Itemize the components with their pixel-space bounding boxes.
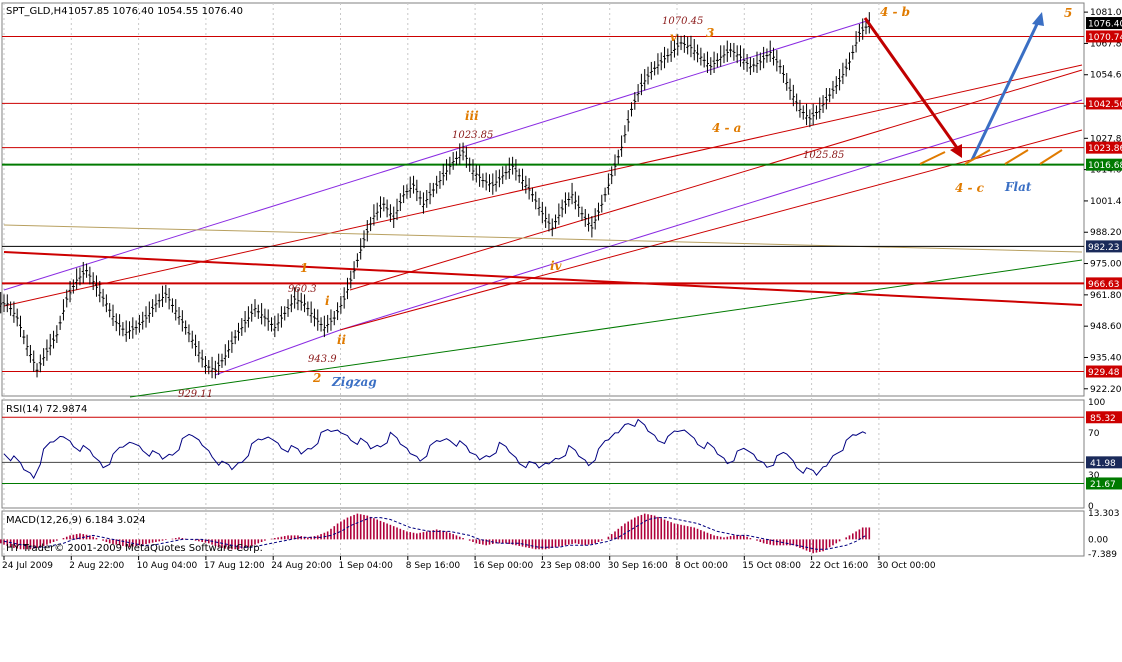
wave-label-4a: 4 - a bbox=[712, 121, 741, 135]
rsi-level-badge-label: 85.32 bbox=[1090, 414, 1116, 424]
wave-label-i: i bbox=[325, 294, 330, 308]
price-note-929-11: 929.11 bbox=[178, 389, 213, 400]
time-tick-label: 16 Sep 00:00 bbox=[473, 561, 533, 571]
time-tick-label: 30 Sep 16:00 bbox=[608, 561, 668, 571]
level-badge-label: 1016.68 bbox=[1088, 161, 1122, 171]
time-tick-label: 8 Oct 00:00 bbox=[675, 561, 728, 571]
level-badge-label: 982.23 bbox=[1088, 243, 1120, 253]
price-note-943-9: 943.9 bbox=[308, 354, 337, 365]
wave-label-5: 5 bbox=[1064, 6, 1072, 20]
time-tick-label: 10 Aug 04:00 bbox=[137, 561, 198, 571]
wave-label-ii: ii bbox=[337, 333, 347, 347]
time-tick-label: 24 Jul 2009 bbox=[2, 561, 53, 571]
macd-tick-label: 0.00 bbox=[1088, 535, 1108, 545]
level-badge-label: 966.63 bbox=[1088, 280, 1120, 290]
level-badge-label: 1023.86 bbox=[1088, 144, 1122, 154]
price-tick-label: 1001.40 bbox=[1090, 197, 1122, 207]
rsi-level-badge-label: 41.98 bbox=[1090, 459, 1116, 469]
wave-label-3: 3 bbox=[706, 26, 714, 40]
rsi-level-badge-label: 21.67 bbox=[1090, 480, 1116, 490]
time-tick-label: 15 Oct 08:00 bbox=[742, 561, 801, 571]
wave-label-2: 2 bbox=[312, 371, 321, 385]
price-tick-label: 948.60 bbox=[1090, 322, 1122, 332]
wave-label-iv: iv bbox=[550, 259, 563, 273]
time-tick-label: 2 Aug 22:00 bbox=[69, 561, 124, 571]
level-badge-label: 1076.40 bbox=[1088, 20, 1122, 30]
copyright-text: HY Trader© 2001-2009 MetaQuotes Software… bbox=[6, 543, 263, 554]
price-tick-label: 975.00 bbox=[1090, 260, 1122, 270]
time-tick-label: 8 Sep 16:00 bbox=[406, 561, 461, 571]
price-note-960-3: 960.3 bbox=[288, 284, 317, 295]
symbol-timeframe-label: SPT_GLD,H4 bbox=[6, 6, 68, 17]
price-tick-label: 1081.00 bbox=[1090, 8, 1122, 18]
rsi-panel-label: RSI(14) 72.9874 bbox=[6, 404, 87, 415]
level-badge-label: 1070.74 bbox=[1088, 33, 1122, 43]
price-chart-svg[interactable]: 1 2 i ii iii iv v 3 4 - a 4 - b 4 - c 5 … bbox=[0, 0, 1122, 662]
macd-tick-label: -7.389 bbox=[1088, 550, 1117, 560]
wave-label-4c: 4 - c bbox=[955, 181, 985, 195]
price-note-1070-45: 1070.45 bbox=[662, 16, 703, 27]
time-tick-label: 30 Oct 00:00 bbox=[877, 561, 936, 571]
rsi-tick-label: 100 bbox=[1088, 398, 1105, 408]
wave-label-4b: 4 - b bbox=[880, 5, 910, 19]
time-tick-label: 23 Sep 08:00 bbox=[540, 561, 600, 571]
price-tick-label: 922.20 bbox=[1090, 385, 1122, 395]
price-note-1025-85: 1025.85 bbox=[803, 150, 844, 161]
pattern-label-flat: Flat bbox=[1004, 180, 1032, 194]
price-tick-label: 935.40 bbox=[1090, 353, 1122, 363]
level-badge-label: 1042.50 bbox=[1088, 100, 1122, 110]
price-note-1023-85: 1023.85 bbox=[452, 130, 493, 141]
wave-label-v: v bbox=[670, 30, 678, 44]
price-tick-label: 988.20 bbox=[1090, 228, 1122, 238]
rsi-tick-label: 70 bbox=[1088, 429, 1100, 439]
time-tick-label: 22 Oct 16:00 bbox=[810, 561, 869, 571]
macd-panel-label: MACD(12,26,9) 6.184 3.024 bbox=[6, 515, 146, 526]
ohlc-readout: 1057.85 1076.40 1054.55 1076.40 bbox=[68, 6, 243, 17]
time-tick-label: 17 Aug 12:00 bbox=[204, 561, 265, 571]
time-tick-label: 1 Sep 04:00 bbox=[339, 561, 394, 571]
macd-tick-label: 13.303 bbox=[1088, 509, 1120, 519]
wave-label-1: 1 bbox=[300, 261, 308, 275]
pattern-label-zigzag: Zigzag bbox=[331, 375, 377, 389]
level-badge-label: 929.48 bbox=[1088, 368, 1120, 378]
price-tick-label: 961.80 bbox=[1090, 291, 1122, 301]
price-tick-label: 1054.60 bbox=[1090, 71, 1122, 81]
wave-label-iii: iii bbox=[465, 109, 479, 123]
time-tick-label: 24 Aug 20:00 bbox=[271, 561, 332, 571]
